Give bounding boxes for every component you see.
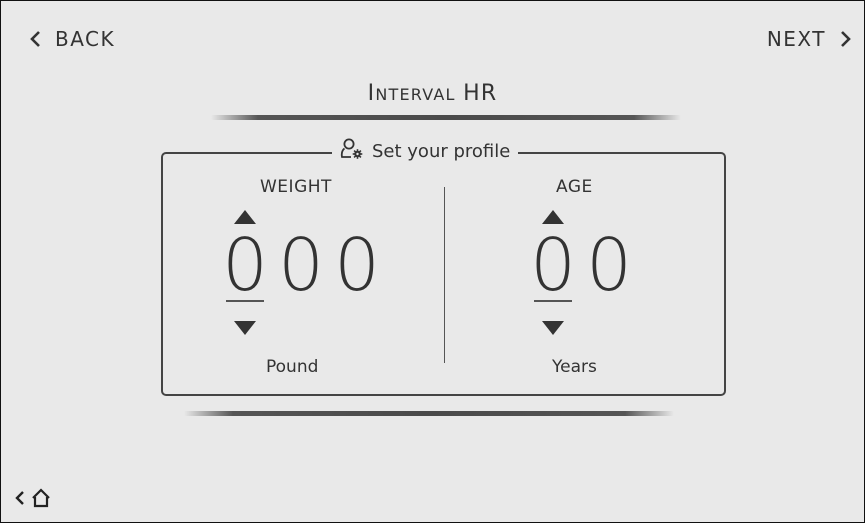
weight-unit: Pound <box>266 357 319 377</box>
weight-digit-2: 0 <box>278 223 324 307</box>
next-button[interactable]: NEXT <box>767 27 852 51</box>
weight-digit-3: 0 <box>334 223 380 307</box>
title-underline <box>211 115 681 120</box>
home-button[interactable] <box>15 488 51 512</box>
triangle-down-icon <box>234 321 256 335</box>
weight-decrease-button[interactable] <box>234 321 256 335</box>
back-label: BACK <box>55 27 116 51</box>
triangle-up-icon <box>542 210 564 224</box>
column-divider <box>444 187 445 363</box>
panel-underline <box>184 411 674 416</box>
triangle-down-icon <box>542 321 564 335</box>
age-digit-2: 0 <box>586 223 632 307</box>
age-label: AGE <box>556 177 593 197</box>
weight-value[interactable]: 0 0 0 <box>217 225 385 305</box>
profile-heading-label: Set your profile <box>372 140 511 162</box>
chevron-left-icon <box>15 490 25 510</box>
profile-heading: Set your profile <box>332 137 519 165</box>
weight-label: WEIGHT <box>260 177 332 197</box>
chevron-right-icon <box>840 30 852 48</box>
page-title: INTERVAL HR <box>367 81 498 106</box>
age-decrease-button[interactable] <box>542 321 564 335</box>
age-digit-1: 0 <box>530 223 576 307</box>
chevron-left-icon <box>29 30 41 48</box>
screen: BACK NEXT INTERVAL HR Set your profile W… <box>0 0 865 523</box>
age-value[interactable]: 0 0 <box>525 225 637 305</box>
next-label: NEXT <box>766 27 826 51</box>
home-icon <box>31 488 51 512</box>
weight-digit-1: 0 <box>222 223 268 307</box>
age-cursor <box>534 300 572 302</box>
weight-increase-button[interactable] <box>234 210 256 224</box>
back-button[interactable]: BACK <box>29 27 115 51</box>
age-increase-button[interactable] <box>542 210 564 224</box>
user-gear-icon <box>340 138 364 165</box>
weight-cursor <box>226 300 264 302</box>
age-unit: Years <box>552 357 597 377</box>
triangle-up-icon <box>234 210 256 224</box>
